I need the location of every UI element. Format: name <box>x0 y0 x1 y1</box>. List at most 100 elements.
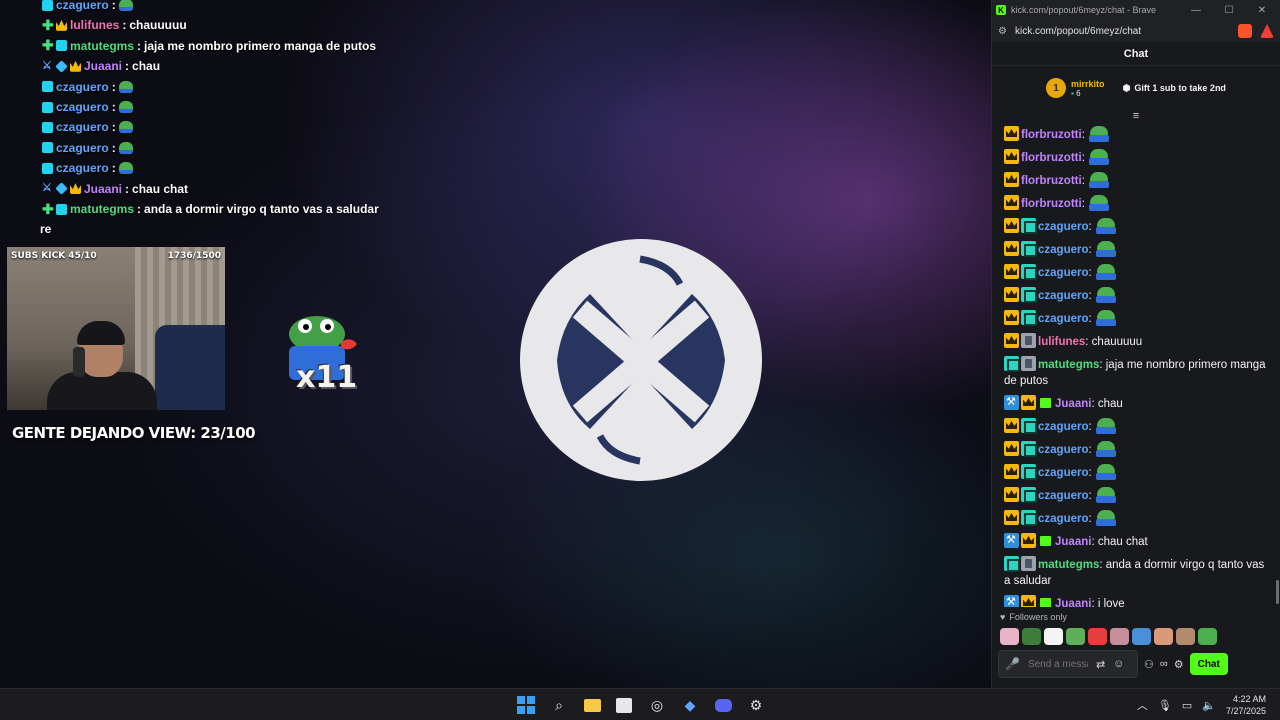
pepe-emote-icon[interactable] <box>1095 418 1117 434</box>
chat-username[interactable]: Juaani <box>1055 536 1091 548</box>
chat-username[interactable]: matutegms <box>1038 359 1099 371</box>
quick-emote-icon[interactable] <box>1176 628 1195 645</box>
quick-emote-icon[interactable] <box>1110 628 1129 645</box>
chat-message[interactable]: florbruzotti: <box>1004 146 1269 169</box>
chat-message[interactable]: czaguero: <box>1004 461 1269 484</box>
chat-message[interactable]: czaguero: <box>1004 307 1269 330</box>
chat-message[interactable]: czaguero: <box>1004 438 1269 461</box>
chat-message[interactable]: czaguero: <box>1004 215 1269 238</box>
pepe-emote-icon[interactable] <box>1088 195 1110 211</box>
pepe-emote-icon[interactable] <box>1095 218 1117 234</box>
quick-emote-icon[interactable] <box>1088 628 1107 645</box>
pepe-emote-icon[interactable] <box>1088 149 1110 165</box>
silver-badge-icon[interactable] <box>1021 356 1036 371</box>
crown-badge-icon[interactable] <box>1004 264 1019 279</box>
gift-badge-icon[interactable] <box>1038 533 1053 548</box>
quick-emote-icon[interactable] <box>1066 628 1085 645</box>
crown-badge-icon[interactable] <box>1021 595 1036 607</box>
crown-badge-icon[interactable] <box>1004 333 1019 348</box>
sub-badge-icon[interactable] <box>1021 464 1037 480</box>
sub-badge-icon[interactable] <box>1021 310 1037 326</box>
sub-badge-icon[interactable] <box>1021 487 1037 503</box>
chat-username[interactable]: florbruzotti <box>1021 198 1082 210</box>
mod-badge-icon[interactable] <box>1004 594 1019 607</box>
crown-badge-icon[interactable] <box>1004 441 1019 456</box>
pepe-emote-icon[interactable] <box>1095 287 1117 303</box>
pepe-emote-icon[interactable] <box>1095 241 1117 257</box>
chat-message[interactable]: florbruzotti: <box>1004 169 1269 192</box>
top-gifter[interactable]: 1 mirrkito ▪ 6 <box>1046 78 1105 98</box>
browser-taskbar-icon[interactable]: ◆ <box>680 695 700 715</box>
chat-username[interactable]: Juaani <box>1055 398 1091 410</box>
start-menu-icon[interactable] <box>516 695 536 715</box>
chat-username[interactable]: czaguero <box>1038 290 1089 302</box>
discord-icon[interactable] <box>713 695 733 715</box>
mic-tray-icon[interactable]: 🎙 <box>1158 699 1172 712</box>
brave-shields-icon[interactable] <box>1238 24 1252 38</box>
crown-badge-icon[interactable] <box>1004 287 1019 302</box>
chat-send-button[interactable]: Chat <box>1189 653 1228 675</box>
maximize-button[interactable]: ☐ <box>1215 5 1243 16</box>
settings-app-icon[interactable]: ⚙ <box>746 695 766 715</box>
address-bar[interactable]: ⚙ kick.com/popout/6meyz/chat <box>992 20 1280 42</box>
sub-badge-icon[interactable] <box>1021 441 1037 457</box>
chat-message[interactable]: czaguero: <box>1004 238 1269 261</box>
crown-badge-icon[interactable] <box>1004 195 1019 210</box>
crown-badge-icon[interactable] <box>1004 487 1019 502</box>
browser-title-bar[interactable]: K kick.com/popout/6meyz/chat - Brave — ☐… <box>992 0 1280 20</box>
network-icon[interactable]: ▭ <box>1182 699 1192 712</box>
chat-username[interactable]: czaguero <box>1038 467 1089 479</box>
translate-icon[interactable]: ⇄ <box>1096 658 1105 671</box>
sub-badge-icon[interactable] <box>1004 556 1020 572</box>
crown-badge-icon[interactable] <box>1004 310 1019 325</box>
crown-badge-icon[interactable] <box>1004 510 1019 525</box>
system-clock[interactable]: 4:22 AM 7/27/2025 <box>1226 693 1266 717</box>
chat-message[interactable]: Juaani: i love <box>1004 592 1269 607</box>
chat-username[interactable]: czaguero <box>1038 221 1089 233</box>
pepe-emote-icon[interactable] <box>1095 510 1117 526</box>
pepe-emote-icon[interactable] <box>1088 126 1110 142</box>
chevron-up-icon[interactable]: ︿ <box>1137 697 1148 713</box>
chat-message[interactable]: czaguero: <box>1004 284 1269 307</box>
chat-message[interactable]: florbruzotti: <box>1004 192 1269 215</box>
chat-username[interactable]: matutegms <box>1038 559 1099 571</box>
pepe-emote-icon[interactable] <box>1095 464 1117 480</box>
silver-badge-icon[interactable] <box>1021 556 1036 571</box>
close-button[interactable]: ✕ <box>1248 5 1276 16</box>
crown-badge-icon[interactable] <box>1004 126 1019 141</box>
sub-badge-icon[interactable] <box>1021 264 1037 280</box>
chat-message[interactable]: czaguero: <box>1004 261 1269 284</box>
quick-emote-icon[interactable] <box>1022 628 1041 645</box>
sub-badge-icon[interactable] <box>1021 418 1037 434</box>
store-icon[interactable] <box>614 695 634 715</box>
mod-badge-icon[interactable] <box>1004 394 1019 410</box>
chat-message[interactable]: czaguero: <box>1004 484 1269 507</box>
chat-username[interactable]: florbruzotti <box>1021 152 1082 164</box>
chat-username[interactable]: czaguero <box>1038 490 1089 502</box>
users-icon[interactable]: ⚇ <box>1144 658 1154 671</box>
quick-emote-icon[interactable] <box>1198 628 1217 645</box>
chat-message[interactable]: czaguero: <box>1004 415 1269 438</box>
crown-badge-icon[interactable] <box>1021 533 1036 548</box>
crown-badge-icon[interactable] <box>1021 395 1036 410</box>
pepe-emote-icon[interactable] <box>1095 310 1117 326</box>
quick-emote-icon[interactable] <box>1132 628 1151 645</box>
quick-emote-icon[interactable] <box>1154 628 1173 645</box>
crown-badge-icon[interactable] <box>1004 149 1019 164</box>
crown-badge-icon[interactable] <box>1004 218 1019 233</box>
chat-input-box[interactable]: 🎤 ⇄ ☺ <box>998 650 1138 678</box>
url-text[interactable]: kick.com/popout/6meyz/chat <box>1015 26 1230 37</box>
emote-picker-icon[interactable]: ☺ <box>1113 658 1124 670</box>
crown-badge-icon[interactable] <box>1004 241 1019 256</box>
brave-rewards-icon[interactable] <box>1260 24 1274 38</box>
sub-badge-icon[interactable] <box>1021 218 1037 234</box>
chat-username[interactable]: czaguero <box>1038 513 1089 525</box>
crown-badge-icon[interactable] <box>1004 418 1019 433</box>
search-icon[interactable]: ⌕ <box>549 695 569 715</box>
crown-badge-icon[interactable] <box>1004 172 1019 187</box>
chat-username[interactable]: czaguero <box>1038 313 1089 325</box>
link-icon[interactable]: ∞ <box>1160 658 1168 670</box>
pepe-emote-icon[interactable] <box>1095 487 1117 503</box>
chat-username[interactable]: florbruzotti <box>1021 129 1082 141</box>
chat-message-input[interactable] <box>1027 658 1088 670</box>
